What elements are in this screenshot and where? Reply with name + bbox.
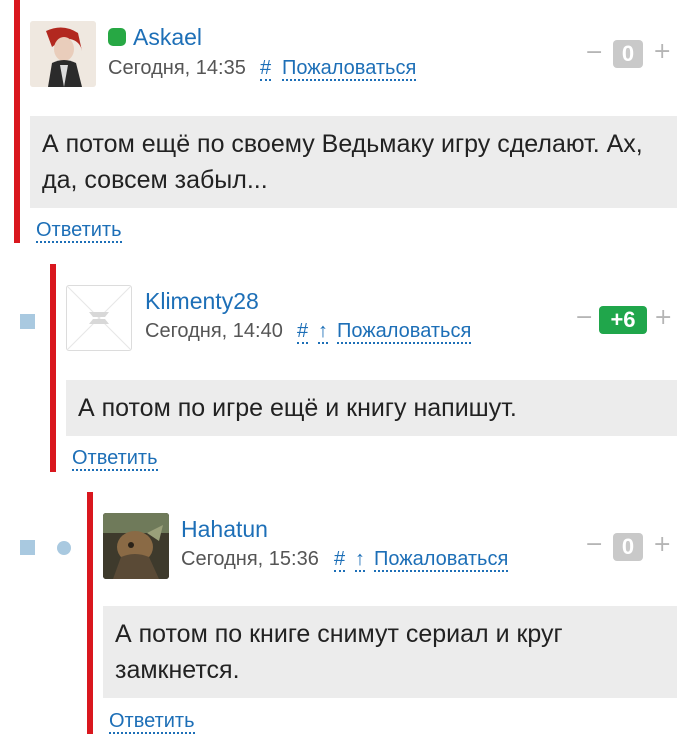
thread-bar bbox=[14, 0, 20, 243]
vote-up-button[interactable]: + bbox=[654, 305, 672, 330]
online-indicator bbox=[108, 28, 126, 46]
comment-score: +6 bbox=[599, 306, 647, 334]
comment-time: Сегодня, 14:35 bbox=[108, 57, 246, 79]
comment-klimenty28: Klimenty28 Сегодня, 14:40 # ↑ Пожаловать… bbox=[0, 264, 700, 474]
vote-up-button[interactable]: + bbox=[653, 39, 671, 64]
thread-bar bbox=[87, 492, 93, 734]
username[interactable]: Klimenty28 bbox=[145, 288, 259, 315]
vote-up-button[interactable]: + bbox=[653, 532, 671, 557]
permalink-link[interactable]: # bbox=[260, 57, 272, 81]
reply-link[interactable]: Ответить bbox=[72, 447, 158, 471]
comment-text: А потом ещё по своему Ведьмаку игру сдел… bbox=[30, 116, 677, 208]
complain-link[interactable]: Пожаловаться bbox=[374, 548, 509, 572]
avatar-image bbox=[30, 21, 96, 87]
thread-level-marker bbox=[20, 540, 35, 555]
parent-comment-link[interactable]: ↑ bbox=[318, 320, 328, 344]
avatar[interactable] bbox=[66, 285, 132, 351]
avatar[interactable] bbox=[103, 513, 169, 579]
comment-hahatun: Hahatun Сегодня, 15:36 # ↑ Пожаловаться … bbox=[0, 492, 700, 734]
reply-link[interactable]: Ответить bbox=[36, 219, 122, 243]
comments-thread: Askael Сегодня, 14:35 # Пожаловаться − 0… bbox=[0, 0, 700, 734]
complain-link[interactable]: Пожаловаться bbox=[337, 320, 472, 344]
comment-text: А потом по игре ещё и книгу напишут. bbox=[66, 380, 677, 436]
comment-score: 0 bbox=[613, 533, 643, 561]
reply-link[interactable]: Ответить bbox=[109, 710, 195, 734]
thread-level-marker bbox=[57, 541, 71, 555]
vote-down-button[interactable]: − bbox=[585, 40, 603, 65]
thread-level-marker bbox=[20, 314, 35, 329]
username[interactable]: Askael bbox=[133, 24, 202, 51]
username[interactable]: Hahatun bbox=[181, 516, 268, 543]
complain-link[interactable]: Пожаловаться bbox=[282, 57, 417, 81]
comment-askael: Askael Сегодня, 14:35 # Пожаловаться − 0… bbox=[0, 0, 700, 245]
parent-comment-link[interactable]: ↑ bbox=[355, 548, 365, 572]
avatar-default-icon bbox=[67, 286, 131, 350]
avatar[interactable] bbox=[30, 21, 96, 87]
comment-time: Сегодня, 15:36 bbox=[181, 548, 319, 570]
permalink-link[interactable]: # bbox=[297, 320, 309, 344]
avatar-image bbox=[103, 513, 169, 579]
comment-score: 0 bbox=[613, 40, 643, 68]
vote-down-button[interactable]: − bbox=[575, 305, 593, 330]
vote-down-button[interactable]: − bbox=[585, 532, 603, 557]
permalink-link[interactable]: # bbox=[334, 548, 346, 572]
comment-text: А потом по книге снимут сериал и круг за… bbox=[103, 606, 677, 698]
comment-time: Сегодня, 14:40 bbox=[145, 320, 283, 342]
thread-bar bbox=[50, 264, 56, 472]
